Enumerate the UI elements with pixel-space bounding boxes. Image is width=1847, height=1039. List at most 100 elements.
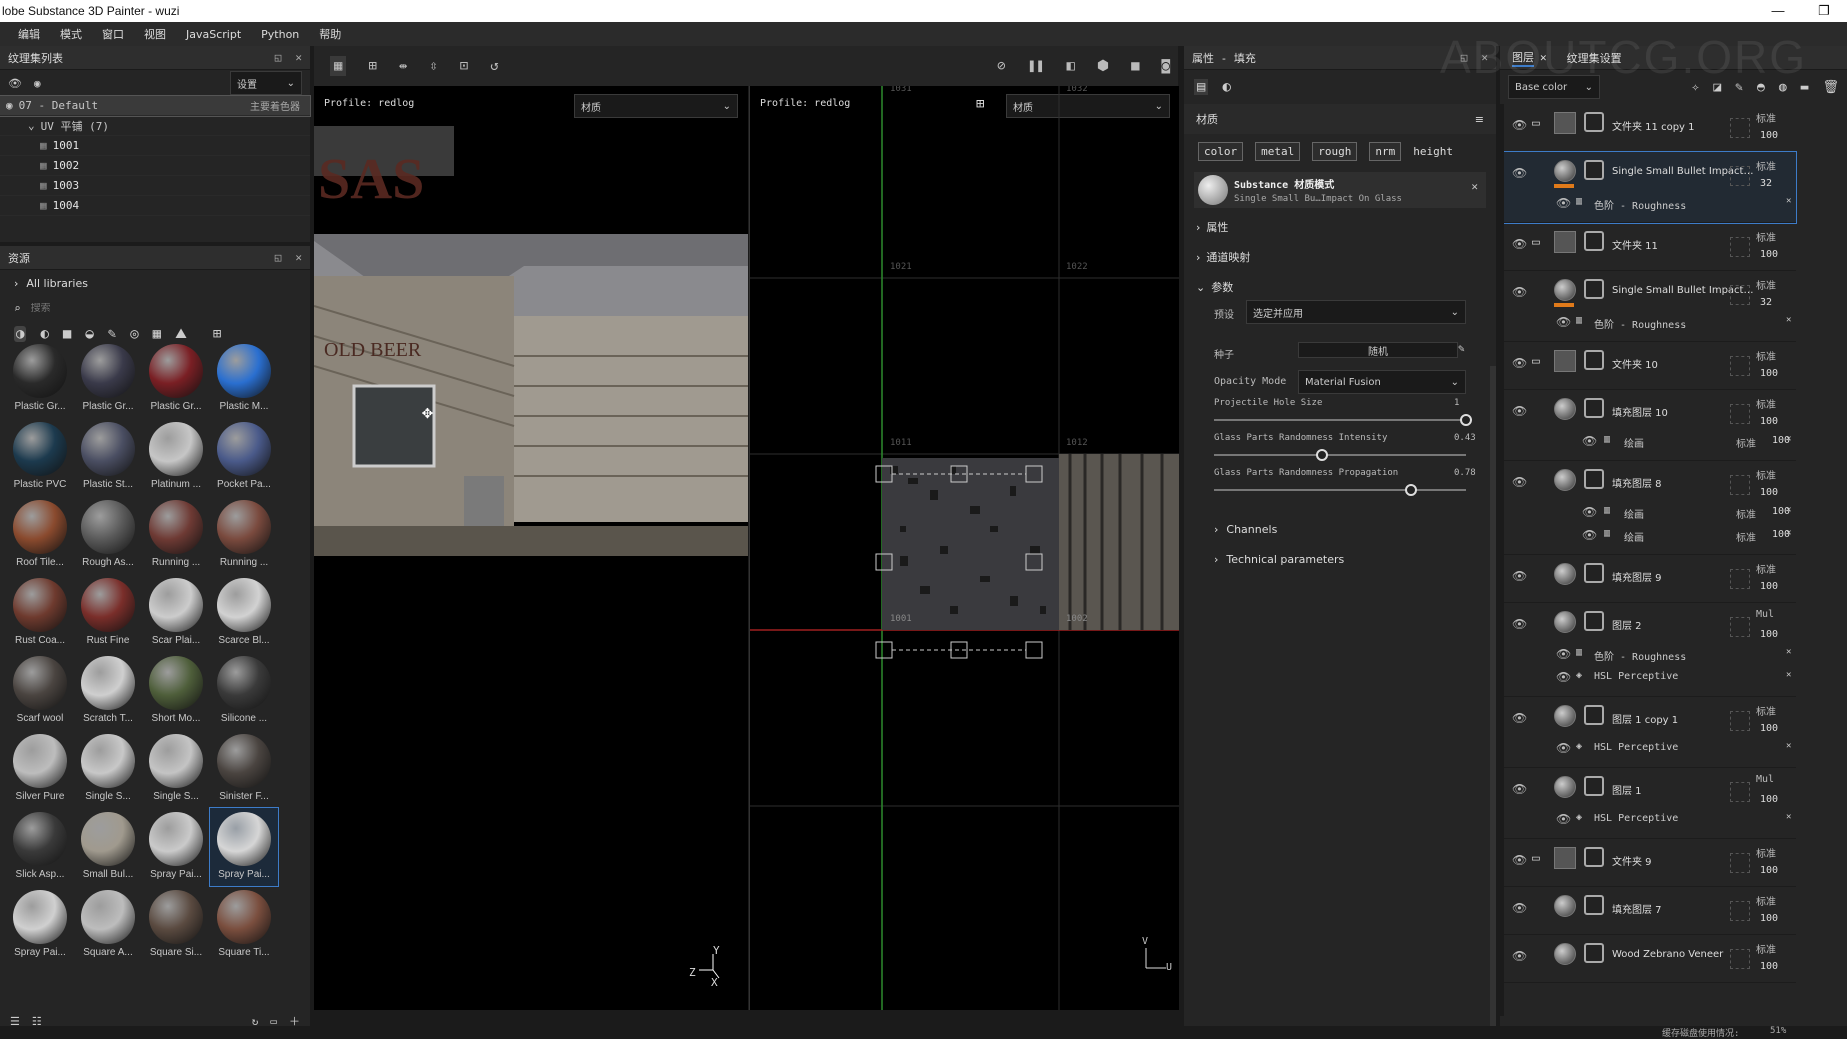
history-icon[interactable]: ↺ — [490, 58, 498, 74]
param-value[interactable]: 0.43 — [1454, 433, 1476, 443]
menu-python[interactable]: Python — [251, 28, 309, 41]
layer-mask-slot[interactable] — [1730, 475, 1750, 495]
asset-thumbnail[interactable]: Roof Tile... — [6, 496, 74, 574]
layer-mask-slot[interactable] — [1730, 166, 1750, 186]
layer-mask-slot[interactable] — [1730, 285, 1750, 305]
close-icon[interactable]: ✕ — [1786, 812, 1791, 822]
blend-mode-select[interactable]: 标准 — [1756, 158, 1776, 173]
blend-mode-select[interactable]: 标准 — [1736, 506, 1756, 521]
menu-javascript[interactable]: JavaScript — [176, 28, 251, 41]
asset-thumbnail[interactable]: Rust Coa... — [6, 574, 74, 652]
eye-icon[interactable]: 👁 — [1512, 404, 1527, 418]
blend-mode-select[interactable]: 标准 — [1756, 348, 1776, 363]
eye-icon[interactable]: 👁 — [1512, 475, 1527, 489]
layer-row[interactable]: 👁 图层 2 Mul 100 👁 ▥ 色阶 - Roughness ✕ 👁 ◈ HSL Percep… — [1504, 603, 1796, 697]
asset-thumbnail[interactable]: Silicone ... — [210, 652, 278, 730]
eye-icon[interactable]: 👁 — [1512, 901, 1527, 915]
eye-icon[interactable]: 👁 — [1512, 782, 1527, 796]
channel-rough-chip[interactable]: rough — [1312, 141, 1358, 161]
layer-opacity-value[interactable]: 100 — [1760, 794, 1778, 805]
layer-row[interactable]: 👁 ▭ 文件夹 9 标准 100 — [1504, 839, 1796, 887]
close-icon[interactable]: ✕ — [1481, 51, 1488, 64]
menu-view[interactable]: 视图 — [134, 26, 176, 42]
asset-thumbnail[interactable]: Scar Plai... — [142, 574, 210, 652]
layer-opacity-value[interactable]: 100 — [1760, 487, 1778, 498]
blend-mode-select[interactable]: Mul — [1756, 609, 1774, 620]
viewport-3d[interactable]: Profile: redlog 材质 ⌄ SAS OLD BEER ✥ Y Z X — [314, 86, 748, 1010]
close-icon[interactable]: ✕ — [1786, 741, 1791, 751]
fit-icon[interactable]: ⊡ — [460, 58, 468, 74]
param-value[interactable]: 0.78 — [1454, 468, 1476, 478]
pencil-icon[interactable]: ✎ — [1458, 342, 1465, 355]
asset-thumbnail[interactable]: Plastic M... — [210, 340, 278, 418]
asset-thumbnail[interactable]: Plastic Gr... — [74, 340, 142, 418]
asset-thumbnail[interactable]: Single S... — [74, 730, 142, 808]
menu-window[interactable]: 窗口 — [92, 26, 134, 42]
menu-edit[interactable]: 编辑 — [8, 26, 50, 42]
asset-thumbnail[interactable]: Slick Asp... — [6, 808, 74, 886]
eye-icon[interactable]: 👁 — [1556, 196, 1571, 210]
asset-thumbnail[interactable]: Plastic Gr... — [142, 340, 210, 418]
blend-mode-select[interactable]: 标准 — [1736, 435, 1756, 450]
viewport-3d-mode-dropdown[interactable]: 材质 ⌄ — [574, 94, 738, 118]
eye-icon[interactable]: 👁 — [1582, 528, 1597, 542]
layer-row[interactable]: 👁 填充图层 7 标准 100 — [1504, 887, 1796, 935]
float-icon[interactable]: ◱ — [1461, 51, 1468, 64]
channel-nrm-chip[interactable]: nrm — [1369, 141, 1402, 161]
blend-mode-select[interactable]: 标准 — [1756, 845, 1776, 860]
section-attributes[interactable]: › 属性 — [1184, 212, 1496, 242]
layer-opacity-value[interactable]: 100 — [1760, 249, 1778, 260]
eye-icon[interactable]: 👁 — [1556, 741, 1571, 755]
layer-row[interactable]: 👁 Single Small Bullet Impact… 标准 32 👁 ▥ 色阶 - R… — [1504, 271, 1796, 342]
eye-icon[interactable]: ◉ — [6, 99, 13, 112]
eye-icon[interactable]: 👁 — [1512, 711, 1527, 725]
hide-icon[interactable]: ⊘ — [997, 58, 1005, 74]
section-parameters[interactable]: ⌄ 参数 — [1184, 272, 1496, 302]
view-mode-icon[interactable]: ◧ — [1066, 58, 1074, 74]
blend-mode-select[interactable]: 标准 — [1736, 529, 1756, 544]
folder-icon[interactable]: ▬ — [1801, 80, 1809, 95]
layer-row[interactable]: 👁 图层 1 copy 1 标准 100 👁 ◈ HSL Perceptive ✕ — [1504, 697, 1796, 768]
channel-dropdown[interactable]: Base color ⌄ — [1508, 75, 1600, 99]
material-icon[interactable]: ◐ — [1222, 79, 1230, 95]
param-slider-handle[interactable] — [1460, 414, 1472, 426]
layer-row[interactable]: 👁 图层 1 Mul 100 👁 ◈ HSL Perceptive ✕ — [1504, 768, 1796, 839]
asset-thumbnail[interactable]: Platinum ... — [142, 418, 210, 496]
screenshot-icon[interactable]: ◙ — [1162, 58, 1170, 74]
uv-layout-icon[interactable]: ▦ — [330, 56, 347, 76]
layer-row[interactable]: 👁 Single Small Bullet Impact… 标准 32 👁 ▥ 色阶 - R… — [1504, 151, 1797, 224]
blend-mode-select[interactable]: 标准 — [1756, 277, 1776, 292]
layer-row[interactable]: 👁 ▭ 文件夹 11 标准 100 — [1504, 223, 1796, 271]
close-icon[interactable]: ✕ — [295, 251, 302, 264]
layer-mask-slot[interactable] — [1730, 617, 1750, 637]
viewport-2d[interactable]: Profile: redlog ⊞ 材质 ⌄ 1031 1032 1021 102… — [749, 86, 1179, 1010]
texture-set-default[interactable]: ◉ 07 - Default 主要着色器 — [0, 95, 311, 117]
uv-tile[interactable]: ▦ 1002 — [0, 156, 310, 176]
eye-icon[interactable]: 👁 — [1512, 853, 1527, 867]
all-libraries[interactable]: › All libraries — [0, 270, 310, 296]
layer-mask-slot[interactable] — [1730, 949, 1750, 969]
eye-icon[interactable]: 👁 — [1512, 949, 1527, 963]
blend-mode-select[interactable]: Mul — [1756, 774, 1774, 785]
eye-icon[interactable]: 👁 — [1556, 812, 1571, 826]
eye-icon[interactable]: 👁 — [1512, 237, 1527, 251]
eye-outline-icon[interactable]: ◉ — [34, 77, 41, 90]
pause-icon[interactable]: ❚❚ — [1028, 58, 1045, 74]
float-icon[interactable]: ◱ — [275, 251, 282, 264]
layer-mask-slot[interactable] — [1730, 901, 1750, 921]
layer-opacity-value[interactable]: 100 — [1760, 130, 1778, 141]
asset-thumbnail[interactable]: Running ... — [210, 496, 278, 574]
close-icon[interactable]: ✕ — [1786, 647, 1791, 657]
eye-icon[interactable]: 👁 — [1512, 118, 1527, 132]
settings-dropdown[interactable]: 设置 ⌄ — [230, 71, 302, 95]
trash-icon[interactable]: 🗑 — [1822, 80, 1839, 95]
layer-row[interactable]: 👁 填充图层 8 标准 100 👁 ▥ 绘画 标准 100 ✕ 👁 ▥ 绘画 标准 100 ✕ — [1504, 461, 1796, 555]
section-technical-parameters[interactable]: › Technical parameters — [1202, 544, 1344, 574]
channel-color-chip[interactable]: color — [1198, 141, 1244, 161]
layer-opacity-value[interactable]: 100 — [1760, 723, 1778, 734]
grid-icon[interactable]: ⊞ — [368, 58, 376, 74]
channel-metal-chip[interactable]: metal — [1255, 141, 1301, 161]
param-slider-track[interactable] — [1214, 419, 1466, 421]
tab-texture-set-settings[interactable]: 纹理集设置 — [1567, 50, 1622, 66]
section-channels[interactable]: › Channels — [1202, 514, 1277, 544]
